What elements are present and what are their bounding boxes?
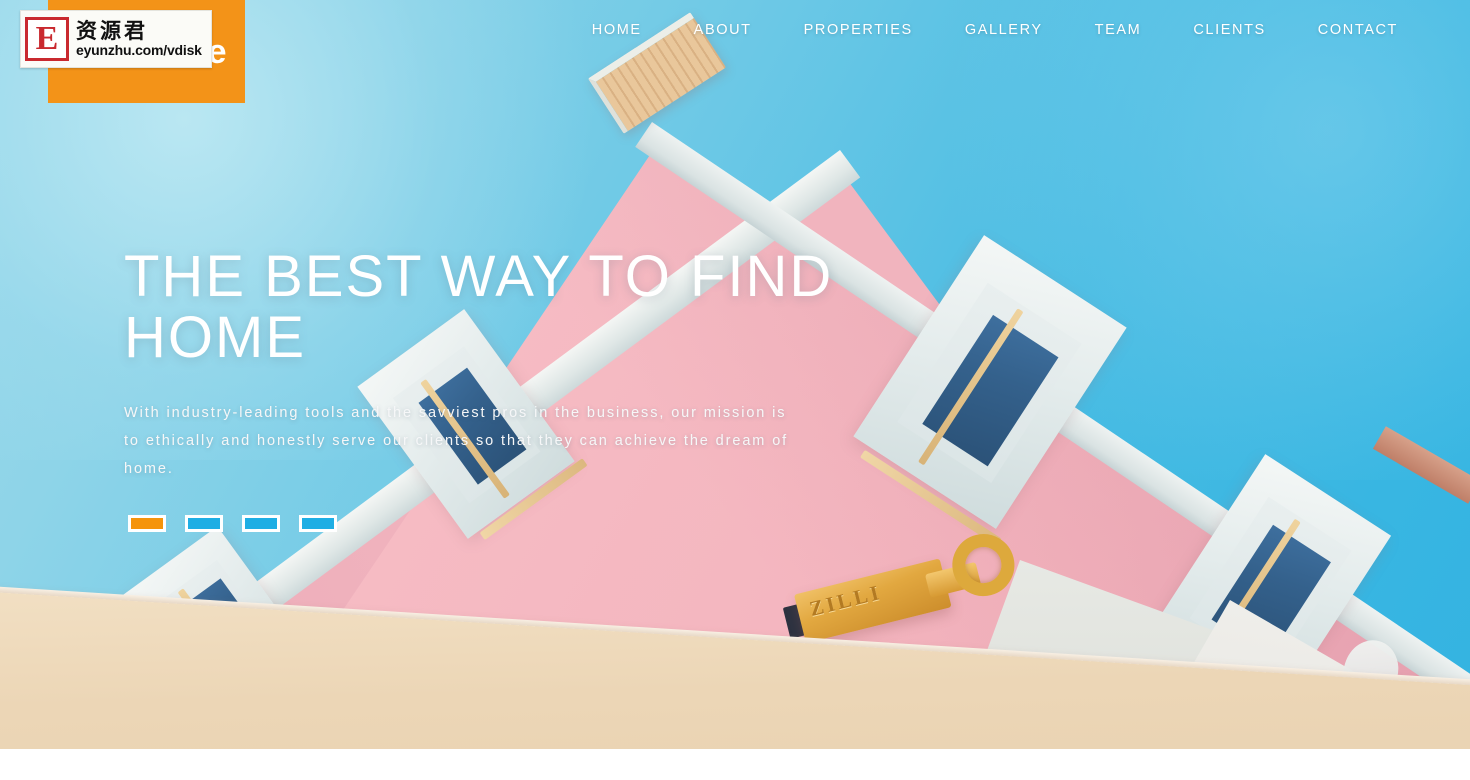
slider-indicators: [128, 515, 337, 532]
nav-item-gallery[interactable]: GALLERY: [939, 12, 1069, 48]
nav-item-clients[interactable]: CLIENTS: [1167, 12, 1291, 48]
nav-item-home[interactable]: HOME: [592, 12, 668, 48]
slider-indicator-4[interactable]: [299, 515, 337, 532]
watermark-e-icon: E: [25, 17, 69, 61]
hero-subcopy: With industry-leading tools and the savv…: [124, 404, 789, 477]
nav-item-properties[interactable]: PROPERTIES: [778, 12, 939, 48]
slider-indicator-1[interactable]: [128, 515, 166, 532]
page-title: THE BEST WAY TO FIND HOME: [124, 244, 834, 371]
hero-copy-block: THE BEST WAY TO FIND HOME With industry-…: [124, 246, 884, 483]
watermark-overlay: E 资源君 eyunzhu.com/vdisk: [20, 10, 212, 68]
nav-item-about[interactable]: ABOUT: [668, 12, 778, 48]
footer-whitespace: [0, 749, 1470, 780]
nav-item-contact[interactable]: CONTACT: [1292, 12, 1424, 48]
slider-indicator-2[interactable]: [185, 515, 223, 532]
nav-item-team[interactable]: TEAM: [1069, 12, 1168, 48]
watermark-cn-label: 资源君: [76, 19, 148, 44]
watermark-text-group: 资源君 eyunzhu.com/vdisk: [76, 20, 202, 58]
slider-indicator-3[interactable]: [242, 515, 280, 532]
watermark-url-label: eyunzhu.com/vdisk: [76, 42, 202, 59]
page-root: ZILLI HOME ABOUT PROPERTIES GALLERY TEAM…: [0, 0, 1470, 780]
